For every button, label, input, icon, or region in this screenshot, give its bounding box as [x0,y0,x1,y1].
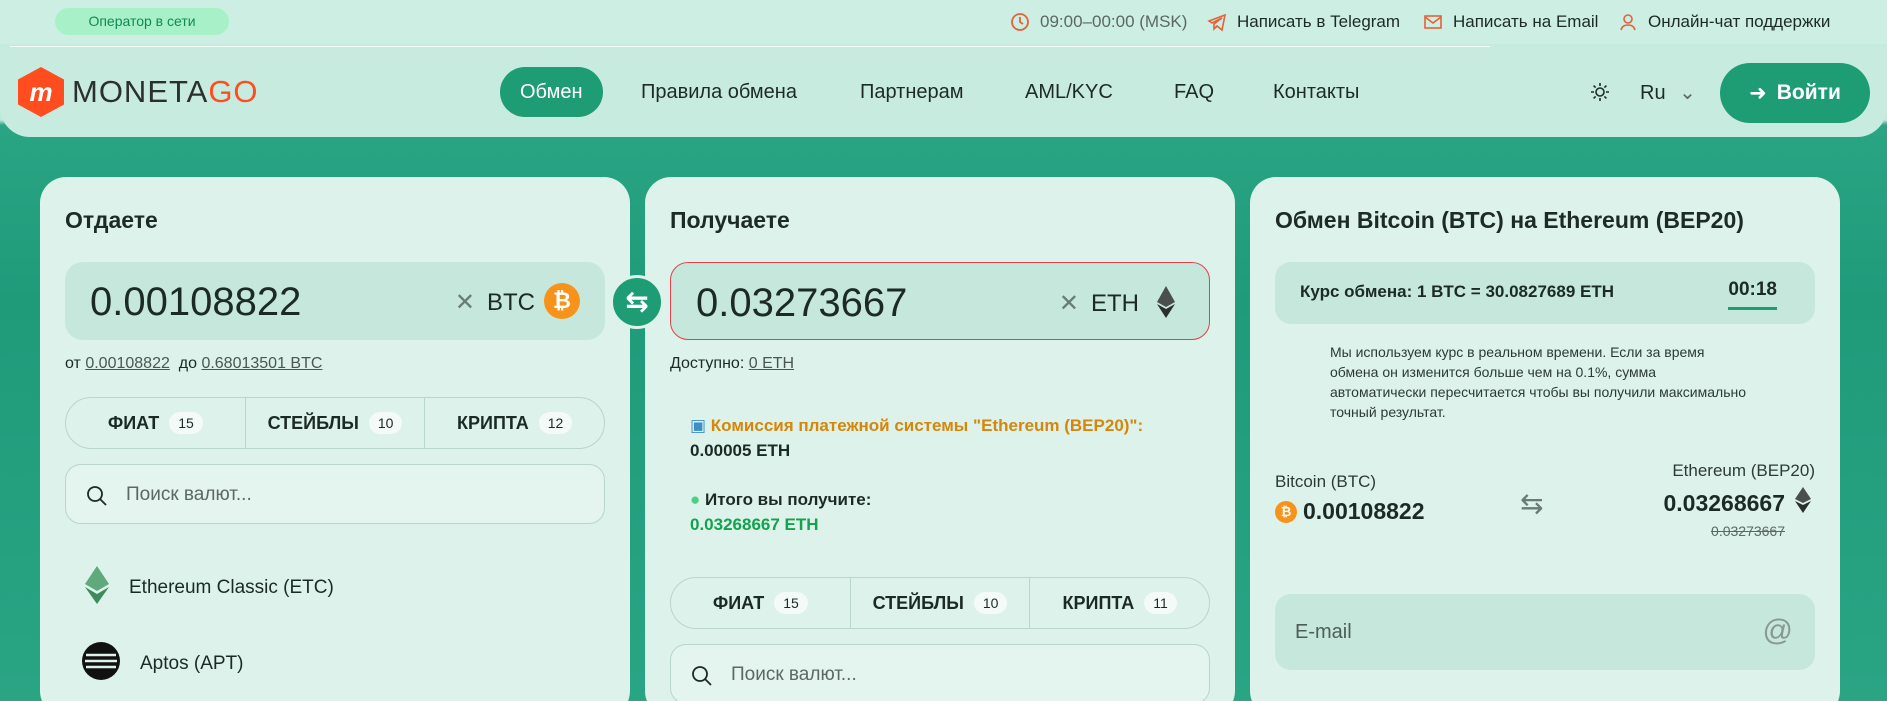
nav-faq[interactable]: FAQ [1174,67,1214,117]
tab-stablecoins[interactable]: СТЕЙБЛЫ 10 [246,398,426,448]
min-amount-link[interactable]: 0.00108822 [85,355,170,372]
nav-rules[interactable]: Правила обмена [641,67,797,117]
email-field[interactable]: @ [1275,594,1815,670]
list-item[interactable]: Aptos (APT) [82,642,243,686]
list-item[interactable]: Ethereum Classic (ETC) [85,566,334,610]
get-card: Получаете 0.03273667 ✕ ETH Доступно: 0 E… [645,177,1235,701]
nav-aml-kyc[interactable]: AML/KYC [1025,67,1113,117]
nav-contacts[interactable]: Контакты [1273,67,1359,117]
bitcoin-icon: ₿ [1275,500,1297,523]
search-icon [86,485,108,507]
tab-fiat[interactable]: ФИАТ 15 [66,398,246,448]
login-button[interactable]: ➜ Войти [1720,63,1870,123]
nav-partners[interactable]: Партнерам [860,67,964,117]
rate-box: Курс обмена: 1 BTC = 30.0827689 ETH 00:1… [1275,262,1815,324]
tab-crypto[interactable]: КРИПТА 12 [425,398,604,448]
ethereum-icon [1148,284,1184,320]
telegram-icon [1207,12,1227,32]
working-hours: 09:00–00:00 (MSK) [1010,10,1187,34]
summary-from: Bitcoin (BTC) ₿ 0.00108822 [1275,472,1425,524]
max-amount-link[interactable]: 0.68013501 BTC [201,355,322,372]
tab-fiat[interactable]: ФИАТ 15 [671,578,851,628]
rate-timer: 00:18 [1728,279,1777,310]
at-sign-icon: @ [1762,614,1793,647]
give-search-input[interactable] [126,479,566,511]
search-icon [691,665,713,687]
chevron-down-icon: ⌄ [1679,82,1696,104]
give-currency-code: BTC [487,289,535,316]
available-balance: Доступно: 0 ETH [670,355,795,372]
summary-card: Обмен Bitcoin (BTC) на Ethereum (BEP20) … [1250,177,1840,701]
get-search-box[interactable] [670,644,1210,701]
logo-mark-icon: m [18,67,64,117]
give-title: Отдаете [65,207,158,233]
give-limits: от 0.00108822 до 0.68013501 BTC [65,355,323,372]
get-search-input[interactable] [731,659,1171,691]
get-title: Получаете [670,207,790,233]
give-card: Отдаете 0.00108822 ✕ BTC ₿ от 0.00108822… [40,177,630,701]
clear-icon[interactable]: ✕ [1059,289,1079,318]
clear-icon[interactable]: ✕ [455,288,475,317]
summary-title: Обмен Bitcoin (BTC) на Ethereum (BEP20) [1275,207,1744,233]
ethereum-classic-icon [85,566,109,610]
give-amount-value[interactable]: 0.00108822 [90,280,301,325]
tab-stablecoins[interactable]: СТЕЙБЛЫ 10 [851,578,1031,628]
ethereum-icon [1791,487,1815,519]
bitcoin-icon: ₿ [544,283,580,319]
give-amount-field[interactable]: 0.00108822 ✕ BTC ₿ [65,262,605,340]
green-dot-icon: ● [690,490,701,509]
clock-icon [1010,12,1030,32]
total-info: ● Итого вы получите: 0.03268667 ETH [690,490,872,534]
operator-online-badge: Оператор в сети [55,8,229,35]
get-amount-field[interactable]: 0.03273667 ✕ ETH [670,262,1210,340]
summary-to: Ethereum (BEP20) 0.03268667 0.03273667 [1663,461,1815,539]
email-link[interactable]: Написать на Email [1423,10,1598,34]
tab-crypto[interactable]: КРИПТА 11 [1030,578,1209,628]
get-amount-value[interactable]: 0.03273667 [696,281,907,326]
old-amount: 0.03273667 [1711,523,1785,539]
aptos-icon [82,642,120,686]
swap-direction-button[interactable]: ⇆ [610,275,664,329]
available-link[interactable]: 0 ETH [749,355,794,372]
logo[interactable]: m MONETAGO [18,67,259,117]
divider [10,46,1490,47]
telegram-link[interactable]: Написать в Telegram [1207,10,1400,34]
theme-toggle-sun-icon[interactable] [1590,82,1610,102]
card-icon: ▣ [690,416,707,435]
login-icon: ➜ [1749,81,1767,105]
email-input[interactable] [1295,616,1735,648]
get-category-tabs: ФИАТ 15 СТЕЙБЛЫ 10 КРИПТА 11 [670,577,1210,629]
give-search-box[interactable] [65,464,605,524]
top-info-bar: Оператор в сети 09:00–00:00 (MSK) Написа… [0,0,1887,44]
rate-note: Мы используем курс в реальном времени. Е… [1330,344,1747,420]
give-category-tabs: ФИАТ 15 СТЕЙБЛЫ 10 КРИПТА 12 [65,397,605,449]
exchange-arrows-icon: ⇆ [1520,488,1544,519]
get-currency-code: ETH [1091,290,1139,317]
language-select[interactable]: Ru ⌄ [1640,80,1696,105]
support-chat-link[interactable]: Онлайн-чат поддержки [1618,10,1830,34]
support-agent-icon [1618,12,1638,32]
exchange-rate: Курс обмена: 1 BTC = 30.0827689 ETH [1300,282,1614,301]
fee-info: ▣ Комиссия платежной системы "Ethereum (… [690,416,1144,460]
nav-exchange[interactable]: Обмен [500,67,603,117]
mail-icon [1423,12,1443,32]
